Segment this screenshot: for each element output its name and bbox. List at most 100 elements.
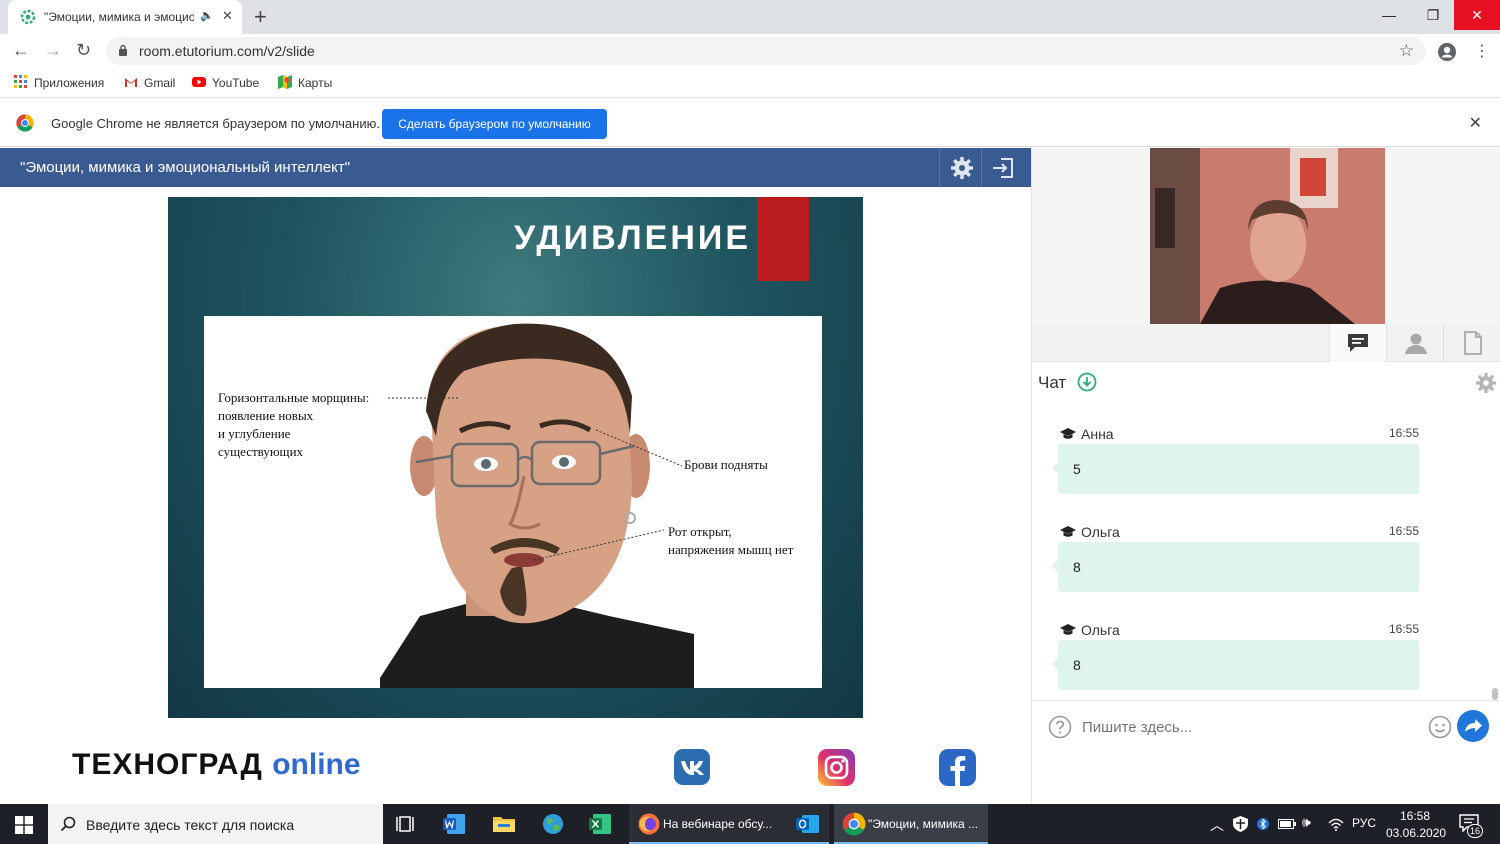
volume-icon[interactable]: 🕪 <box>1302 814 1311 831</box>
windows-start-icon[interactable] <box>15 816 33 834</box>
message-bubble: 5 <box>1052 444 1419 494</box>
bookmark-youtube[interactable]: YouTube <box>192 75 259 90</box>
browser-tab[interactable]: "Эмоции, мимика и эмоцио 🔈 ✕ <box>8 0 242 34</box>
annotation-brows: Брови подняты <box>684 457 768 472</box>
facebook-icon[interactable] <box>939 749 976 786</box>
chrome-menu-icon[interactable]: ⋮ <box>1474 41 1490 61</box>
taskbar-search-placeholder: Введите здесь текст для поиска <box>86 817 295 833</box>
browser-tab-strip: "Эмоции, мимика и эмоцио 🔈 ✕ + — ❐ ✕ <box>0 0 1500 34</box>
settings-button[interactable] <box>939 148 981 187</box>
chat-scrollbar[interactable] <box>1492 688 1498 700</box>
bookmark-apps[interactable]: Приложения <box>14 75 104 90</box>
right-panel: Чат Анна 16:55 5 Ольга 16:55 8 Ольга 16:… <box>1031 148 1500 804</box>
annotation-mouth-line: напряжения мышц нет <box>668 542 794 557</box>
taskbar-search-box[interactable]: Введите здесь текст для поиска <box>48 804 383 844</box>
bookmark-star-icon[interactable]: ☆ <box>1399 41 1414 61</box>
infobar-close-icon[interactable]: ✕ <box>1469 113 1482 133</box>
bookmark-maps-label: Карты <box>298 76 333 90</box>
webinar-title: "Эмоции, мимика и эмоциональный интеллек… <box>20 159 351 176</box>
chat-title: Чат <box>1038 373 1067 392</box>
chat-settings-gear-icon[interactable] <box>1475 372 1497 394</box>
bookmark-gmail[interactable]: Gmail <box>124 75 175 90</box>
emoji-icon[interactable] <box>1428 715 1452 739</box>
webcam-feed-illustration <box>1150 148 1385 324</box>
task-view-icon[interactable] <box>395 812 419 836</box>
annotation-mouth-line: Рот открыт, <box>668 524 732 539</box>
graduation-cap-icon <box>1060 428 1076 439</box>
chat-message-input[interactable] <box>1082 713 1412 741</box>
annotation-forehead-line: появление новых <box>218 408 314 423</box>
message-time: 16:55 <box>1388 622 1419 636</box>
tab-close-icon[interactable]: ✕ <box>222 8 233 24</box>
excel-icon[interactable] <box>589 812 613 836</box>
tab-participants[interactable] <box>1386 324 1443 362</box>
slide-face-photo: Горизонтальные морщины: появление новых … <box>204 316 822 688</box>
url-text: room.etutorium.com/v2/slide <box>139 43 315 59</box>
battery-icon[interactable] <box>1278 819 1296 829</box>
send-message-icon[interactable] <box>1457 710 1489 742</box>
tekhnograd-logo: ТЕХНОГРАД online <box>72 748 361 782</box>
chat-message: Анна 16:55 5 <box>1032 424 1500 494</box>
message-time: 16:55 <box>1388 524 1419 538</box>
annotation-forehead-line: Горизонтальные морщины: <box>218 390 370 405</box>
address-bar[interactable]: room.etutorium.com/v2/slide ☆ <box>106 37 1426 65</box>
youtube-icon <box>192 77 206 87</box>
bookmark-apps-label: Приложения <box>34 76 105 90</box>
show-hidden-icons-chevron-icon[interactable]: ︿ <box>1210 815 1224 835</box>
gear-icon <box>951 157 973 179</box>
graduation-cap-icon <box>1060 526 1076 537</box>
action-center-button[interactable]: 16 <box>1459 814 1484 838</box>
close-window-button[interactable]: ✕ <box>1454 0 1500 30</box>
wifi-icon[interactable] <box>1328 817 1344 831</box>
face-illustration <box>380 323 694 688</box>
bookmark-maps[interactable]: Карты <box>278 75 332 90</box>
annotation-forehead-line: и углубление <box>218 426 291 441</box>
audio-playing-icon[interactable]: 🔈 <box>200 9 214 22</box>
vk-icon[interactable] <box>674 749 710 785</box>
panel-tabs <box>1032 324 1500 362</box>
taskbar-app-label: На вебинаре обсу... <box>663 817 773 831</box>
lock-icon <box>119 44 127 56</box>
message-text: 8 <box>1073 657 1081 673</box>
message-bubble: 8 <box>1052 542 1419 592</box>
document-icon <box>1464 331 1482 355</box>
message-author: Анна <box>1081 426 1114 442</box>
bluetooth-icon[interactable] <box>1257 816 1269 832</box>
webinar-header: "Эмоции, мимика и эмоциональный интеллек… <box>0 148 1031 187</box>
exit-room-button[interactable] <box>981 148 1023 187</box>
message-time: 16:55 <box>1388 426 1419 440</box>
chrome-logo-icon <box>16 114 34 132</box>
tab-chat[interactable] <box>1329 324 1386 362</box>
word-icon[interactable] <box>443 812 467 836</box>
outlook-icon[interactable] <box>796 812 820 836</box>
globe-app-icon[interactable] <box>541 812 565 836</box>
security-shield-icon[interactable] <box>1233 816 1248 832</box>
annotation-forehead: Горизонтальные морщины: появление новых … <box>218 389 369 461</box>
message-bubble: 8 <box>1052 640 1419 690</box>
profile-avatar-icon[interactable] <box>1437 42 1457 62</box>
set-default-browser-button[interactable]: Сделать браузером по умолчанию <box>382 109 607 139</box>
minimize-window-button[interactable]: — <box>1366 0 1412 30</box>
bookmarks-bar: Приложения Gmail YouTube Карты <box>0 68 1500 98</box>
forward-button[interactable]: → <box>44 40 62 61</box>
gmail-icon <box>125 78 137 87</box>
chat-message: Ольга 16:55 8 <box>1032 522 1500 592</box>
presenter-webcam-video[interactable] <box>1150 148 1385 324</box>
download-chat-icon[interactable] <box>1077 372 1097 392</box>
taskbar-app-chrome[interactable]: "Эмоции, мимика ... <box>834 804 988 844</box>
file-explorer-icon[interactable] <box>492 812 516 836</box>
chat-bubble-icon <box>1348 334 1368 352</box>
input-language-indicator[interactable]: РУС <box>1352 816 1376 830</box>
new-tab-button[interactable]: + <box>254 4 267 30</box>
annotation-forehead-line: существующих <box>218 444 304 459</box>
instagram-icon[interactable] <box>818 749 855 786</box>
message-author: Ольга <box>1081 622 1120 638</box>
taskbar-clock[interactable]: 16:58 03.06.2020 <box>1386 808 1446 842</box>
tab-files[interactable] <box>1443 324 1500 362</box>
windows-taskbar: Введите здесь текст для поиска На вебина… <box>0 804 1500 844</box>
logo-suffix-text: online <box>272 748 361 781</box>
maximize-window-button[interactable]: ❐ <box>1410 0 1456 30</box>
reload-button[interactable]: ↻ <box>76 40 91 61</box>
help-icon[interactable] <box>1048 715 1072 739</box>
back-button[interactable]: ← <box>12 40 30 61</box>
